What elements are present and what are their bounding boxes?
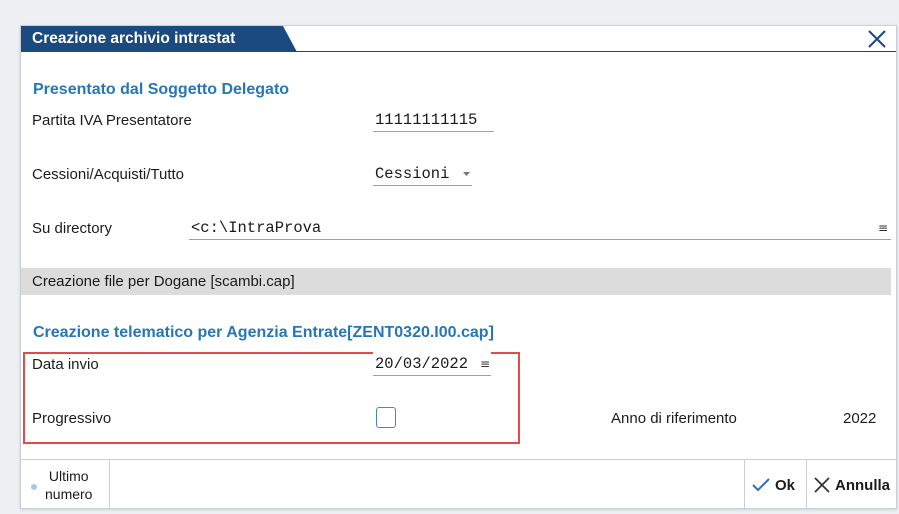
progressivo-label: Progressivo bbox=[32, 410, 112, 427]
section-title-agenzia: Creazione telematico per Agenzia Entrate… bbox=[33, 324, 494, 341]
window-title: Creazione archivio intrastat bbox=[21, 26, 297, 52]
ultimo-numero-button[interactable]: Ultimo numero bbox=[31, 460, 109, 510]
calendar-menu-icon[interactable]: ≡ bbox=[480, 352, 490, 376]
menu-icon[interactable]: ≡ bbox=[878, 216, 888, 240]
ok-label: Ok bbox=[775, 476, 796, 494]
annulla-label: Annulla bbox=[835, 476, 890, 494]
ultimo-line2: numero bbox=[45, 486, 93, 502]
directory-field[interactable]: <c:\IntraProva ≡ bbox=[189, 216, 891, 240]
ultimo-line1: Ultimo bbox=[48, 468, 89, 484]
toolbar-separator bbox=[806, 460, 807, 510]
anno-label: Anno di riferimento bbox=[611, 410, 737, 427]
close-button[interactable] bbox=[866, 28, 888, 50]
dialog-window: Creazione archivio intrastat Presentato … bbox=[20, 25, 897, 510]
bullet-icon bbox=[31, 484, 37, 490]
ok-button[interactable]: Ok bbox=[751, 460, 803, 510]
partita-iva-label: Partita IVA Presentatore bbox=[32, 112, 192, 129]
anno-value: 2022 bbox=[843, 410, 877, 427]
cancel-icon bbox=[814, 477, 830, 493]
cessioni-dropdown[interactable]: Cessioni bbox=[373, 162, 472, 186]
dogane-bar: Creazione file per Dogane [scambi.cap] bbox=[21, 268, 891, 295]
section-title-delegato: Presentato dal Soggetto Delegato bbox=[33, 81, 290, 98]
dropdown-arrow-icon bbox=[463, 172, 470, 176]
cessioni-label: Cessioni/Acquisti/Tutto bbox=[32, 166, 185, 183]
title-underline bbox=[21, 51, 896, 52]
annulla-button[interactable]: Annulla bbox=[813, 460, 895, 510]
directory-label: Su directory bbox=[32, 220, 113, 237]
check-icon bbox=[752, 478, 770, 492]
data-invio-label: Data invio bbox=[32, 356, 99, 373]
close-icon bbox=[868, 30, 886, 48]
progressivo-checkbox[interactable] bbox=[376, 407, 396, 428]
partita-iva-field[interactable]: 11111111115 bbox=[373, 108, 494, 132]
toolbar-separator bbox=[744, 460, 745, 510]
title-bar: Creazione archivio intrastat bbox=[21, 26, 896, 52]
toolbar-separator bbox=[109, 460, 110, 510]
data-invio-field[interactable]: 20/03/2022 ≡ bbox=[373, 352, 491, 376]
ultimo-numero-label: Ultimo numero bbox=[45, 467, 92, 503]
